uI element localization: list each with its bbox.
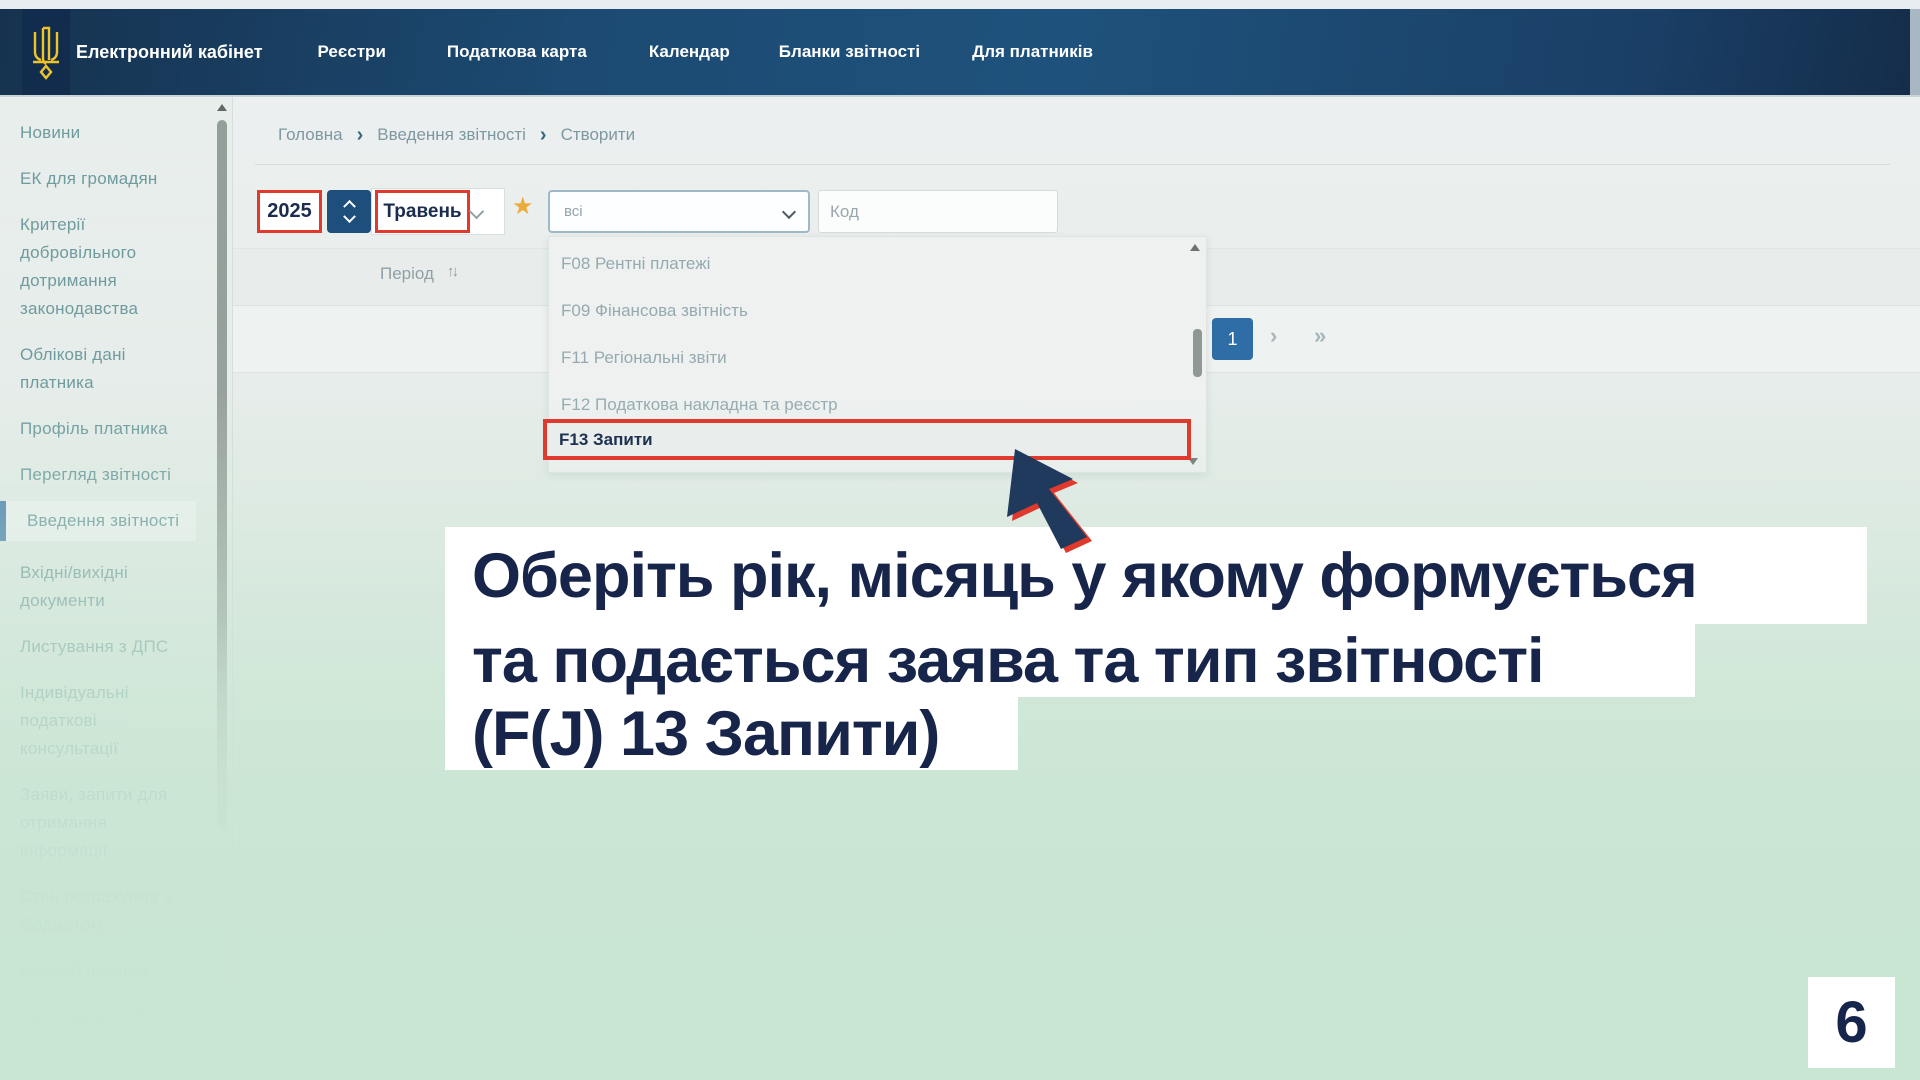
sidebar-item-enter-reporting[interactable]: Введення звітності <box>0 501 196 541</box>
sidebar-item-in-out-documents[interactable]: Вхідні/вихідні документи <box>20 559 196 615</box>
sidebar-scroll-up-icon[interactable] <box>217 104 227 111</box>
tryzub-icon <box>29 24 63 80</box>
tryzub-logo[interactable] <box>22 9 70 95</box>
breadcrumb-divider <box>255 164 1890 165</box>
dropdown-scrollbar[interactable] <box>1193 329 1202 377</box>
sidebar-item-compliance-criteria[interactable]: Критерії добровільного дотримання законо… <box>20 211 196 323</box>
breadcrumb-enter-reporting[interactable]: Введення звітності <box>377 125 526 145</box>
breadcrumb-create: Створити <box>561 125 636 145</box>
annotation-arrow-icon <box>998 441 1094 555</box>
pagination-page-1[interactable]: 1 <box>1212 318 1253 360</box>
topnav-item-calendar[interactable]: Календар <box>649 42 730 62</box>
pagination-next-icon[interactable]: › <box>1270 323 1277 349</box>
annotation-line-2: та подається заява та тип звітності <box>445 624 1695 697</box>
report-type-select[interactable]: всі <box>548 190 810 233</box>
browser-scrollbar[interactable] <box>1910 9 1920 95</box>
pagination-last-icon[interactable]: » <box>1314 323 1326 349</box>
topnav-item-for-payers[interactable]: Для платників <box>972 42 1093 62</box>
sidebar-item-news[interactable]: Новини <box>20 119 196 147</box>
topnav-item-registries[interactable]: Реєстри <box>318 42 386 62</box>
annotation-line-3: (F(J) 13 Запити) <box>445 697 1018 770</box>
year-input[interactable]: 2025 <box>257 190 322 233</box>
year-stepper[interactable] <box>327 190 371 233</box>
sidebar-item-single-account[interactable]: Єдиний рахунок <box>20 957 196 985</box>
sidebar-scrollbar[interactable] <box>217 120 227 830</box>
sidebar-item-payer-data[interactable]: Облікові дані платника <box>20 341 196 397</box>
top-navigation-bar: Електронний кабінет Реєстри Податкова ка… <box>0 9 1920 97</box>
screenshot-stage: Електронний кабінет Реєстри Податкова ка… <box>0 0 1920 1080</box>
favorites-star-icon[interactable]: ★ <box>512 192 534 221</box>
sidebar-item-correspondence[interactable]: Листування з ДПС <box>20 633 196 661</box>
annotation-line-1: Оберіть рік, місяць у якому формується <box>445 527 1867 624</box>
chevron-right-icon: › <box>540 127 547 144</box>
dropdown-option-f09[interactable]: F09 Фінансова звітність <box>549 287 1206 334</box>
period-column-header: Період <box>380 264 434 284</box>
code-placeholder: Код <box>830 202 859 222</box>
dropdown-option-f08[interactable]: F08 Рентні платежі <box>549 240 1206 287</box>
slide-page-number: 6 <box>1808 977 1895 1068</box>
breadcrumb: Головна › Введення звітності › Створити <box>278 125 635 145</box>
dropdown-option-f11[interactable]: F11 Регіональні звіти <box>549 334 1206 381</box>
sidebar-item-payer-profile[interactable]: Профіль платника <box>20 415 196 443</box>
topnav-item-report-forms[interactable]: Бланки звітності <box>779 42 920 62</box>
chevron-down-icon[interactable] <box>343 210 356 223</box>
month-value[interactable]: Травень <box>375 190 470 233</box>
sidebar-item-budget-settlements[interactable]: Стан розрахунків з бюджетом <box>20 883 196 939</box>
report-type-value: всі <box>564 203 583 220</box>
sidebar-item-view-reporting[interactable]: Перегляд звітності <box>20 461 196 489</box>
sort-icon[interactable]: ↑↓ <box>447 263 456 280</box>
top-edge-strip <box>0 0 1920 9</box>
sidebar-item-ek-citizens[interactable]: ЕК для громадян <box>20 165 196 193</box>
topnav-item-tax-map[interactable]: Податкова карта <box>447 42 587 62</box>
chevron-down-icon <box>782 205 796 219</box>
sidebar-item-software-rro[interactable]: Програмний РРО <box>20 1003 196 1031</box>
sidebar-item-tax-consultations[interactable]: Індивідуальні податкові консультації <box>20 679 196 763</box>
code-input[interactable]: Код <box>818 190 1058 233</box>
app-title[interactable]: Електронний кабінет <box>76 42 263 63</box>
sidebar-item-rro[interactable]: РРО <box>20 1049 196 1077</box>
sidebar-item-applications-requests[interactable]: Заяви, запити для отримання інформації <box>20 781 196 865</box>
chevron-right-icon: › <box>357 127 364 144</box>
scroll-up-icon[interactable] <box>1190 244 1200 251</box>
sidebar: Новини ЕК для громадян Критерії добровіл… <box>0 97 233 1080</box>
topnav-items: Електронний кабінет Реєстри Податкова ка… <box>76 9 1093 95</box>
breadcrumb-home[interactable]: Головна <box>278 125 343 145</box>
